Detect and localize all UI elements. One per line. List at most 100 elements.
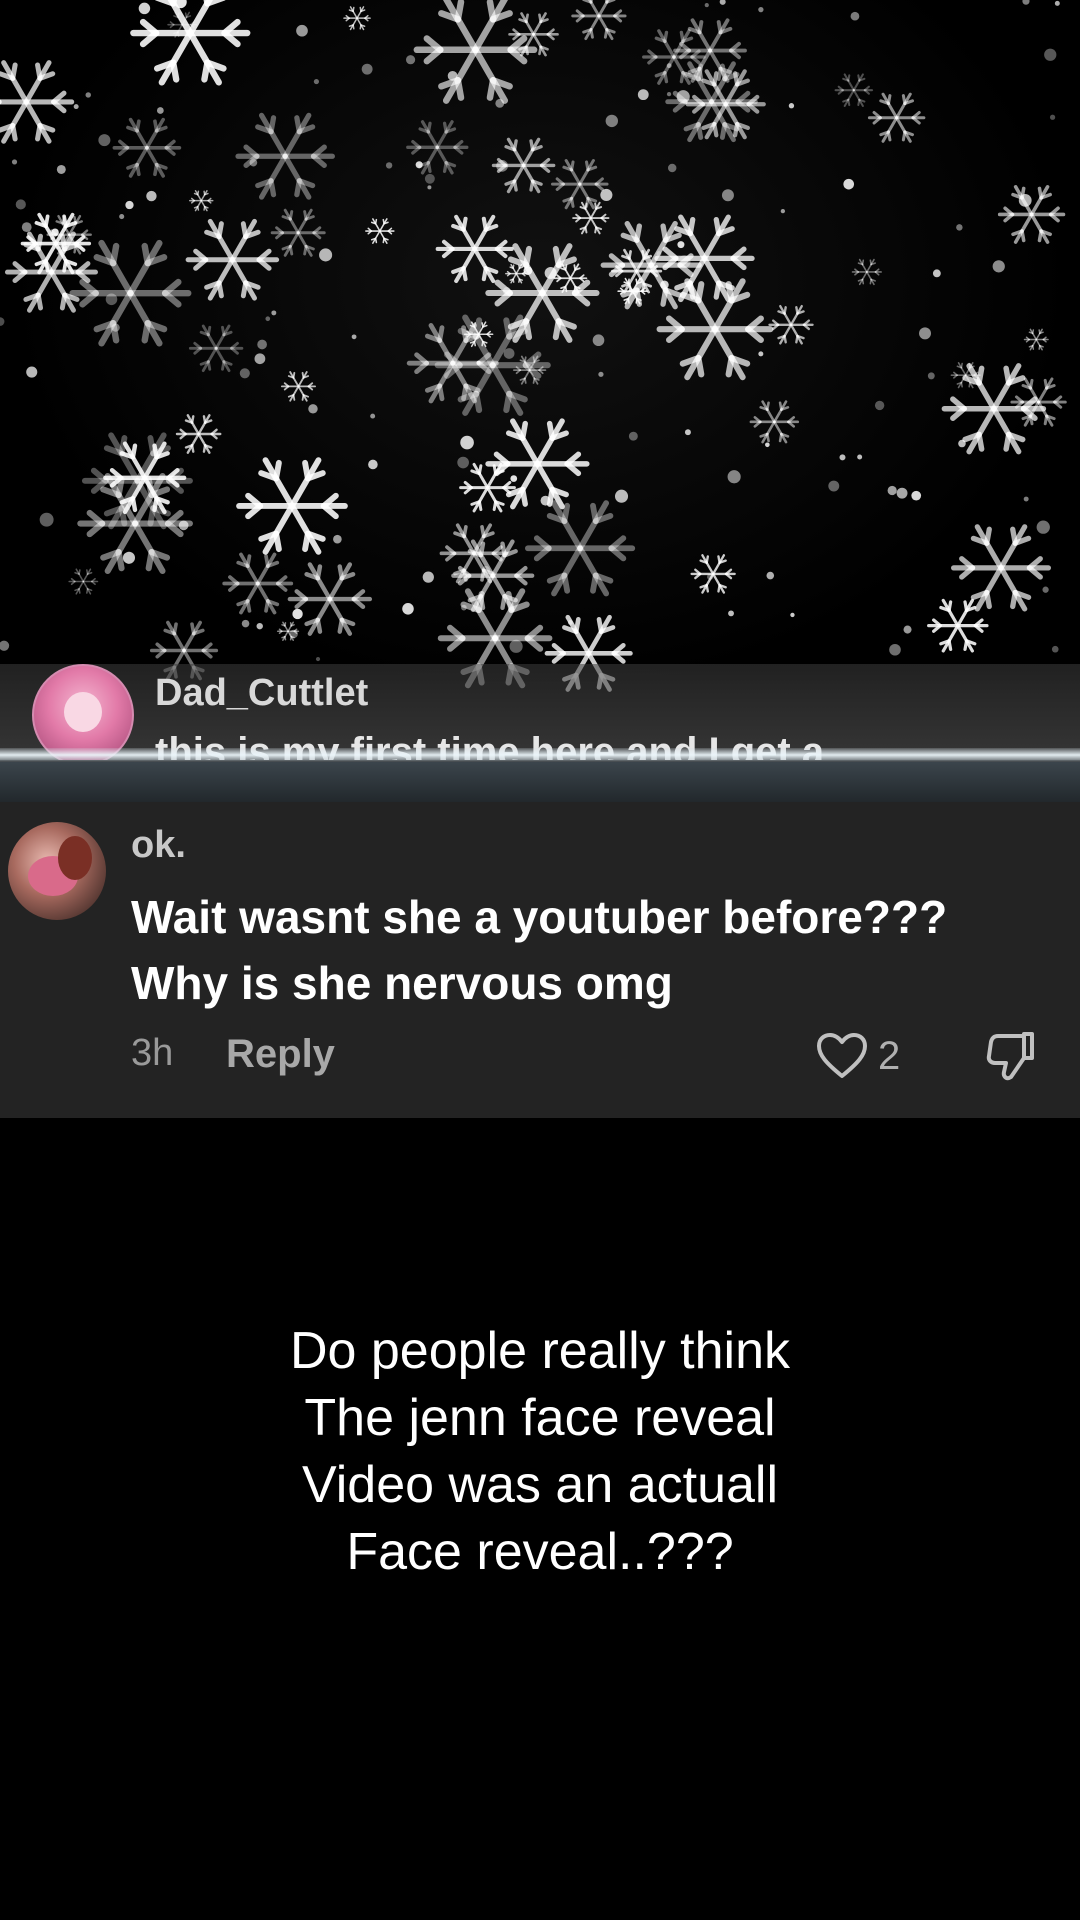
snowflake bbox=[867, 92, 926, 143]
previous-comment[interactable]: Dad_Cuttlet this is my first time here a… bbox=[0, 664, 1080, 760]
comment-text: Wait wasnt she a youtuber before??? Why … bbox=[131, 884, 1051, 1016]
snow-dot bbox=[758, 6, 764, 13]
thumbs-down-icon[interactable] bbox=[986, 1030, 1036, 1082]
snow-dot bbox=[1051, 645, 1059, 653]
snow-dot bbox=[656, 251, 662, 257]
caption-line-2: The jenn face reveal bbox=[304, 1389, 776, 1447]
snow-dot bbox=[265, 316, 271, 322]
snow-dot bbox=[85, 92, 91, 98]
snowflake bbox=[235, 112, 335, 200]
snow-dot bbox=[370, 413, 376, 419]
snow-dot bbox=[405, 55, 416, 65]
snow-dot bbox=[850, 11, 860, 21]
snow-dot bbox=[26, 366, 38, 378]
snowflake bbox=[130, 0, 251, 86]
snow-dot bbox=[1054, 0, 1060, 6]
snow-dot bbox=[315, 656, 321, 662]
snow-dot bbox=[1044, 48, 1057, 61]
commenter-username[interactable]: ok. bbox=[131, 824, 186, 867]
snow-dot bbox=[402, 603, 414, 615]
snow-dot bbox=[254, 353, 266, 365]
snow-dot bbox=[510, 475, 518, 482]
snowflake bbox=[768, 304, 814, 345]
snow-dot bbox=[351, 334, 357, 340]
snowflake bbox=[505, 263, 528, 284]
snow-dot bbox=[788, 103, 795, 109]
snow-dot bbox=[677, 241, 685, 249]
commenter-avatar[interactable] bbox=[8, 822, 106, 920]
snow-dot bbox=[122, 551, 136, 564]
snow-dot bbox=[684, 429, 691, 436]
snow-dot bbox=[790, 612, 795, 618]
snow-dot bbox=[1023, 496, 1029, 502]
snowflake bbox=[69, 239, 192, 347]
snow-dot bbox=[125, 200, 134, 210]
snow-dot bbox=[628, 431, 638, 441]
snowflake-background bbox=[0, 0, 1080, 700]
snow-dot bbox=[523, 266, 533, 275]
snowflakes-layer bbox=[0, 0, 1067, 692]
snow-dot bbox=[707, 573, 714, 580]
snow-dot bbox=[289, 629, 298, 639]
snow-dot bbox=[98, 134, 111, 147]
snow-dot bbox=[600, 188, 613, 202]
video-caption: Do people really think The jenn face rev… bbox=[0, 1318, 1080, 1586]
snow-dot bbox=[839, 454, 846, 461]
snow-dot bbox=[313, 79, 319, 85]
snow-dot bbox=[0, 317, 5, 326]
video-screen: Dad_Cuttlet this is my first time here a… bbox=[0, 0, 1080, 1920]
snow-dot bbox=[598, 371, 604, 377]
snow-dot bbox=[56, 164, 66, 174]
snow-dot bbox=[828, 480, 840, 492]
reply-button[interactable]: Reply bbox=[226, 1032, 335, 1077]
snow-dot bbox=[765, 442, 770, 448]
snow-dot bbox=[239, 368, 250, 379]
snowflake bbox=[525, 500, 636, 597]
snow-dot bbox=[457, 456, 469, 469]
snowflake bbox=[175, 414, 222, 454]
snow-dot bbox=[780, 209, 786, 214]
snow-dot bbox=[637, 89, 649, 101]
snow-dot bbox=[271, 310, 277, 316]
like-count: 2 bbox=[878, 1034, 901, 1078]
snow-dot bbox=[896, 487, 908, 499]
snowflake bbox=[189, 189, 214, 212]
snowflake bbox=[270, 208, 326, 257]
snow-dot bbox=[509, 639, 523, 653]
snow-dot bbox=[667, 163, 677, 173]
snow-dot bbox=[415, 161, 423, 169]
snow-dot bbox=[39, 512, 54, 527]
snow-dot bbox=[481, 565, 491, 575]
snow-dot bbox=[567, 620, 573, 625]
snow-dot bbox=[544, 266, 557, 279]
snow-dot bbox=[758, 351, 764, 357]
snow-dot bbox=[843, 178, 855, 190]
snow-dot bbox=[704, 3, 709, 8]
snow-dot bbox=[956, 224, 963, 231]
snow-dot bbox=[727, 470, 741, 484]
snow-dot bbox=[903, 625, 912, 634]
snowflake bbox=[365, 218, 395, 244]
previous-comment-avatar[interactable] bbox=[32, 664, 134, 760]
snow-dot bbox=[927, 372, 935, 380]
snow-dot bbox=[889, 643, 901, 656]
snowflake bbox=[1010, 377, 1067, 427]
snow-dot bbox=[156, 107, 164, 114]
snow-dot bbox=[119, 214, 125, 220]
snow-dot bbox=[728, 610, 734, 617]
snowflake bbox=[222, 552, 294, 615]
snow-dot bbox=[178, 520, 189, 531]
snowflake bbox=[280, 371, 316, 402]
caption-line-4: Face reveal..??? bbox=[346, 1523, 734, 1581]
snow-dot bbox=[11, 159, 18, 165]
previous-comment-username[interactable]: Dad_Cuttlet bbox=[155, 672, 368, 715]
snow-dot bbox=[857, 454, 863, 460]
snow-dot bbox=[319, 248, 333, 262]
snow-dot bbox=[427, 185, 432, 190]
snow-dot bbox=[51, 228, 59, 236]
heart-icon[interactable] bbox=[816, 1032, 868, 1080]
snowflake bbox=[435, 214, 514, 284]
snow-dot bbox=[540, 495, 551, 506]
snow-dot bbox=[503, 348, 515, 359]
snow-dot bbox=[424, 173, 435, 184]
